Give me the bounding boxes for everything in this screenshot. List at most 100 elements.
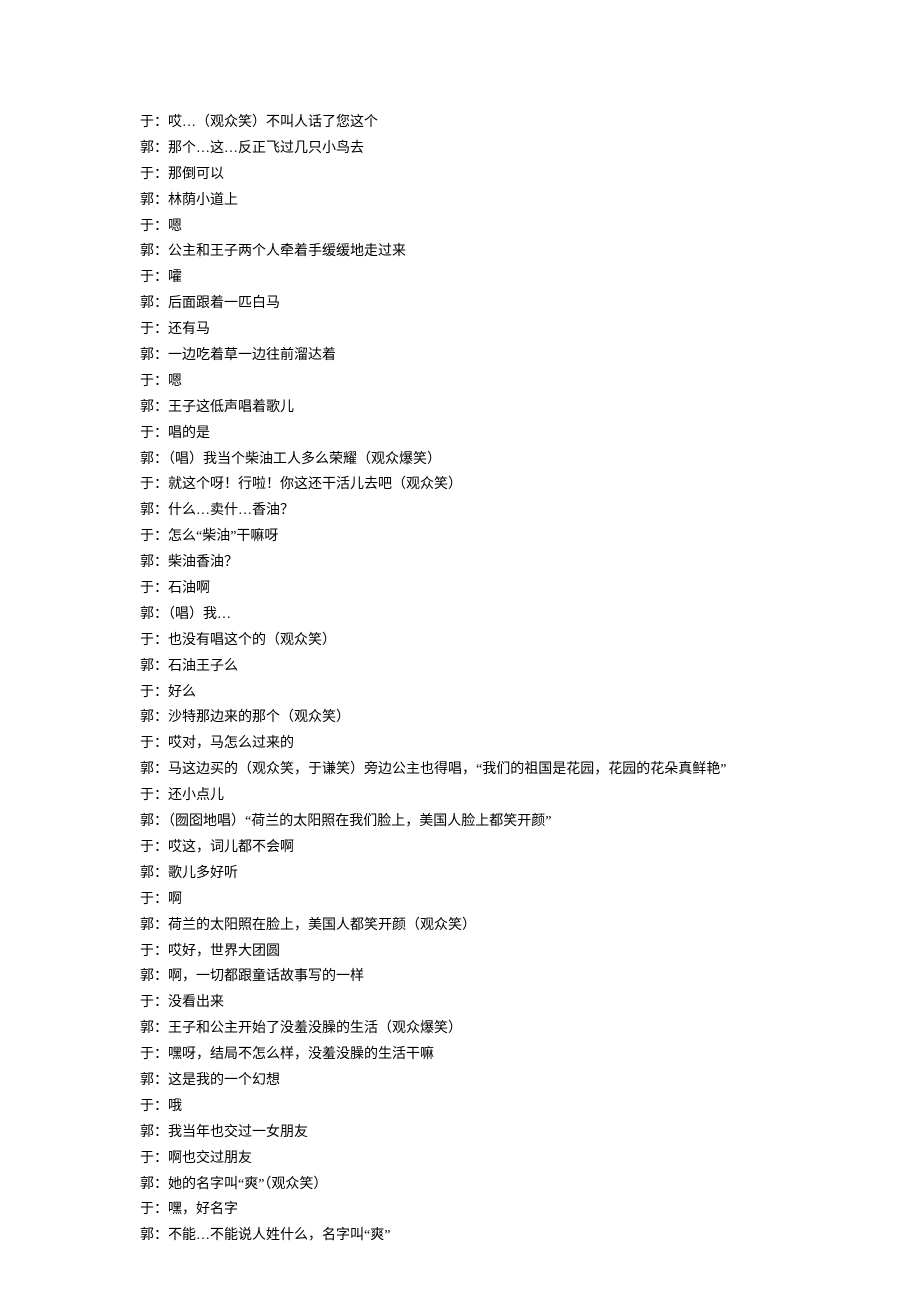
dialogue-text: 没看出来 [168, 995, 224, 1010]
dialogue-line: 于：没看出来 [140, 990, 780, 1016]
dialogue-text: 什么…卖什…香油？ [168, 503, 294, 518]
speaker-label: 郭 [140, 1073, 154, 1088]
dialogue-text: 哦 [168, 1099, 182, 1114]
dialogue-line: 于：嗯 [140, 214, 780, 240]
speaker-label: 郭 [140, 503, 154, 518]
speaker-label: 于 [140, 219, 154, 234]
dialogue-line: 郭：啊，一切都跟童话故事写的一样 [140, 964, 780, 990]
speaker-label: 于 [140, 270, 154, 285]
dialogue-text: 公主和王子两个人牵着手缓缓地走过来 [168, 244, 406, 259]
dialogue-text: 就这个呀！行啦！你这还干活儿去吧（观众笑） [168, 477, 462, 492]
dialogue-line: 于：啊也交过朋友 [140, 1146, 780, 1172]
dialogue-line: 郭：不能…不能说人姓什么，名字叫“爽” [140, 1223, 780, 1249]
dialogue-line: 郭：林荫小道上 [140, 188, 780, 214]
dialogue-line: 于：就这个呀！行啦！你这还干活儿去吧（观众笑） [140, 472, 780, 498]
dialogue-text: 哎对，马怎么过来的 [168, 736, 294, 751]
dialogue-text: 哎好，世界大团圆 [168, 944, 280, 959]
speaker-label: 郭 [140, 710, 154, 725]
dialogue-line: 郭：荷兰的太阳照在脸上，美国人都笑开颜（观众笑） [140, 913, 780, 939]
dialogue-line: 于：还有马 [140, 317, 780, 343]
speaker-label: 于 [140, 374, 154, 389]
dialogue-text: 她的名字叫“爽”（观众笑） [168, 1177, 327, 1192]
transcript-body: 于：哎…（观众笑）不叫人话了您这个郭：那个…这…反正飞过几只小鸟去于：那倒可以郭… [140, 110, 780, 1249]
dialogue-line: 于：哦 [140, 1094, 780, 1120]
dialogue-text: 王子这低声唱着歌儿 [168, 400, 294, 415]
document-page: 于：哎…（观众笑）不叫人话了您这个郭：那个…这…反正飞过几只小鸟去于：那倒可以郭… [0, 0, 920, 1309]
speaker-label: 郭 [140, 244, 154, 259]
speaker-label: 郭 [140, 555, 154, 570]
dialogue-line: 于：还小点儿 [140, 783, 780, 809]
dialogue-text: 石油王子么 [168, 659, 238, 674]
speaker-label: 于 [140, 736, 154, 751]
dialogue-text: 林荫小道上 [168, 193, 238, 208]
dialogue-line: 郭：王子和公主开始了没羞没臊的生活（观众爆笑） [140, 1016, 780, 1042]
dialogue-text: 这是我的一个幻想 [168, 1073, 280, 1088]
dialogue-line: 于：嘿呀，结局不怎么样，没羞没臊的生活干嘛 [140, 1042, 780, 1068]
speaker-label: 于 [140, 685, 154, 700]
dialogue-text: 嚯 [168, 270, 182, 285]
dialogue-line: 郭：马这边买的（观众笑，于谦笑）旁边公主也得唱，“我们的祖国是花园，花园的花朵真… [140, 757, 780, 783]
dialogue-line: 郭：一边吃着草一边往前溜达着 [140, 343, 780, 369]
dialogue-line: 于：怎么“柴油”干嘛呀 [140, 524, 780, 550]
speaker-label: 于 [140, 1202, 154, 1217]
speaker-label: 郭 [140, 348, 154, 363]
dialogue-line: 郭：这是我的一个幻想 [140, 1068, 780, 1094]
dialogue-text: 也没有唱这个的（观众笑） [168, 633, 336, 648]
dialogue-text: 马这边买的（观众笑，于谦笑）旁边公主也得唱，“我们的祖国是花园，花园的花朵真鲜艳… [168, 762, 726, 777]
speaker-label: 于 [140, 1047, 154, 1062]
speaker-label: 郭 [140, 296, 154, 311]
dialogue-text: （唱）我… [168, 607, 231, 622]
dialogue-text: 柴油香油？ [168, 555, 238, 570]
dialogue-text: 啊 [168, 892, 182, 907]
speaker-label: 于 [140, 995, 154, 1010]
dialogue-text: 后面跟着一匹白马 [168, 296, 280, 311]
speaker-label: 郭 [140, 193, 154, 208]
dialogue-text: 嗯 [168, 219, 182, 234]
dialogue-line: 郭：沙特那边来的那个（观众笑） [140, 705, 780, 731]
dialogue-text: 好么 [168, 685, 196, 700]
dialogue-text: 石油啊 [168, 581, 210, 596]
dialogue-line: 于：嚯 [140, 265, 780, 291]
dialogue-line: 郭：（唱）我当个柴油工人多么荣耀（观众爆笑） [140, 447, 780, 473]
speaker-label: 于 [140, 477, 154, 492]
dialogue-text: 怎么“柴油”干嘛呀 [168, 529, 278, 544]
dialogue-line: 郭：（囫囵地唱）“荷兰的太阳照在我们脸上，美国人脸上都笑开颜” [140, 809, 780, 835]
dialogue-line: 郭：石油王子么 [140, 654, 780, 680]
dialogue-line: 于：啊 [140, 887, 780, 913]
dialogue-line: 郭：歌儿多好听 [140, 861, 780, 887]
speaker-label: 于 [140, 426, 154, 441]
dialogue-line: 于：哎对，马怎么过来的 [140, 731, 780, 757]
speaker-label: 郭 [140, 866, 154, 881]
speaker-label: 郭 [140, 1177, 154, 1192]
speaker-label: 郭 [140, 607, 154, 622]
dialogue-line: 于：哎这，词儿都不会啊 [140, 835, 780, 861]
speaker-label: 于 [140, 1099, 154, 1114]
dialogue-line: 于：石油啊 [140, 576, 780, 602]
dialogue-text: 那个…这…反正飞过几只小鸟去 [168, 141, 364, 156]
dialogue-line: 郭：（唱）我… [140, 602, 780, 628]
speaker-label: 郭 [140, 400, 154, 415]
dialogue-line: 于：唱的是 [140, 421, 780, 447]
dialogue-line: 于：嘿，好名字 [140, 1197, 780, 1223]
dialogue-text: 嗯 [168, 374, 182, 389]
dialogue-text: （唱）我当个柴油工人多么荣耀（观众爆笑） [168, 452, 441, 467]
dialogue-text: 歌儿多好听 [168, 866, 238, 881]
speaker-label: 郭 [140, 969, 154, 984]
dialogue-text: 王子和公主开始了没羞没臊的生活（观众爆笑） [168, 1021, 462, 1036]
speaker-label: 于 [140, 892, 154, 907]
speaker-label: 于 [140, 1151, 154, 1166]
dialogue-line: 于：哎好，世界大团圆 [140, 939, 780, 965]
dialogue-line: 郭：她的名字叫“爽”（观众笑） [140, 1172, 780, 1198]
dialogue-text: 还小点儿 [168, 788, 224, 803]
dialogue-text: 那倒可以 [168, 167, 224, 182]
speaker-label: 郭 [140, 1228, 154, 1243]
dialogue-text: 嘿，好名字 [168, 1202, 238, 1217]
dialogue-line: 郭：什么…卖什…香油？ [140, 498, 780, 524]
dialogue-text: 不能…不能说人姓什么，名字叫“爽” [168, 1228, 390, 1243]
dialogue-line: 郭：后面跟着一匹白马 [140, 291, 780, 317]
speaker-label: 郭 [140, 659, 154, 674]
dialogue-line: 郭：王子这低声唱着歌儿 [140, 395, 780, 421]
speaker-label: 于 [140, 529, 154, 544]
dialogue-line: 于：那倒可以 [140, 162, 780, 188]
dialogue-text: 啊也交过朋友 [168, 1151, 252, 1166]
